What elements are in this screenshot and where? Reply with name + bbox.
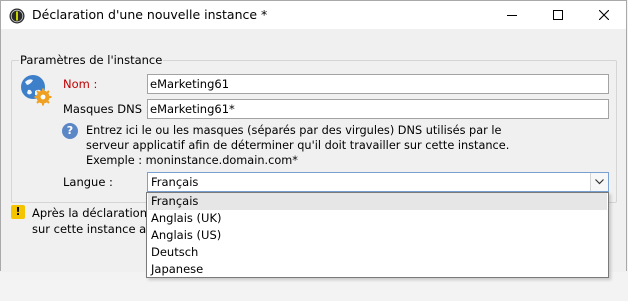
warning-line: Après la déclaration d xyxy=(32,206,158,220)
help-icon: ? xyxy=(62,123,78,139)
warning-text: Après la déclaration d sur cette instanc… xyxy=(32,205,161,237)
minimize-button[interactable] xyxy=(489,1,535,29)
window-title: Déclaration d'une nouvelle instance * xyxy=(32,7,268,22)
title-bar[interactable]: Déclaration d'une nouvelle instance * xyxy=(1,1,626,29)
masques-dns-label: Masques DNS : xyxy=(63,102,150,116)
langue-option-japanese[interactable]: Japanese xyxy=(148,261,607,278)
chevron-down-icon xyxy=(595,179,604,185)
nom-label: Nom : xyxy=(63,77,98,91)
langue-dropdown-list: Français Anglais (UK) Anglais (US) Deuts… xyxy=(146,192,609,278)
langue-select[interactable]: Français xyxy=(147,172,609,192)
masques-dns-input[interactable] xyxy=(147,99,609,119)
dns-help-text: Entrez ici le ou les masques (séparés pa… xyxy=(86,123,509,168)
group-legend: Paramètres de l'instance xyxy=(20,53,163,67)
langue-option-anglais-uk[interactable]: Anglais (UK) xyxy=(148,210,607,227)
help-line: serveur applicatif afin de déterminer qu… xyxy=(86,139,510,152)
warning-line: sur cette instance afin xyxy=(32,222,161,236)
nom-input[interactable] xyxy=(147,74,609,94)
globe-gear-icon xyxy=(21,75,52,106)
close-button[interactable] xyxy=(581,1,627,29)
langue-dropdown-button[interactable] xyxy=(590,173,608,191)
warning-icon: ! xyxy=(11,205,25,219)
app-logo-icon xyxy=(9,8,25,24)
langue-label: Langue : xyxy=(63,175,113,189)
help-line: Exemple : moninstance.domain.com* xyxy=(86,154,298,167)
langue-selected-value: Français xyxy=(151,175,199,189)
maximize-icon xyxy=(553,10,563,20)
langue-option-francais[interactable]: Français xyxy=(148,193,607,210)
minimize-icon xyxy=(507,15,517,16)
maximize-button[interactable] xyxy=(535,1,581,29)
langue-option-deutsch[interactable]: Deutsch xyxy=(148,244,607,261)
help-line: Entrez ici le ou les masques (séparés pa… xyxy=(86,124,502,137)
close-icon xyxy=(599,10,609,20)
langue-option-anglais-us[interactable]: Anglais (US) xyxy=(148,227,607,244)
